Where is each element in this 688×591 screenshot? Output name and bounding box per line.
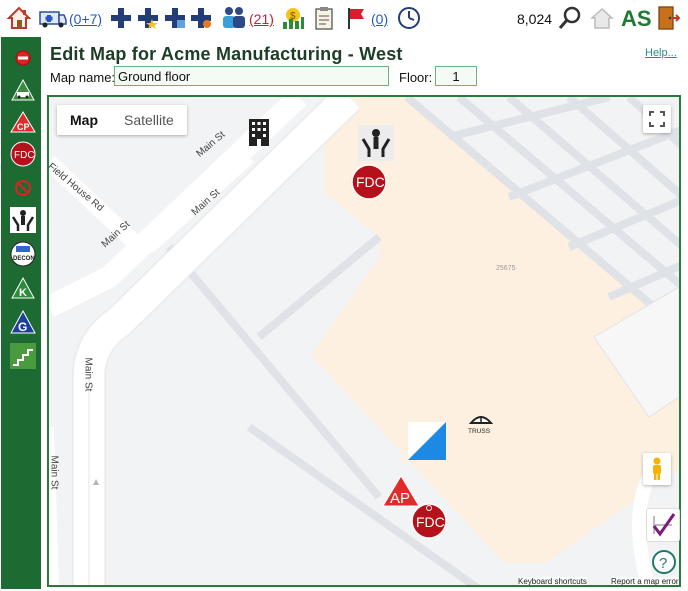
floor-label: Floor: <box>399 70 433 85</box>
help-question-icon: ? <box>652 550 676 574</box>
clock-icon[interactable] <box>396 5 422 31</box>
rescue-marker-icon[interactable] <box>358 125 394 161</box>
marker-palette-sidebar: CP FDC DECON K G <box>1 37 41 589</box>
people-icon[interactable] <box>221 5 247 31</box>
map-canvas[interactable]: Main St Main St Field House Rd Main St M… <box>47 95 681 587</box>
clipboard-icon[interactable] <box>313 5 335 31</box>
user-initials[interactable]: AS <box>621 6 652 32</box>
flag-icon[interactable] <box>345 5 367 31</box>
flag-count[interactable]: (0) <box>371 11 388 27</box>
no-entry-icon[interactable] <box>10 45 36 71</box>
truss-marker-label: TRUSS <box>468 428 491 435</box>
fullscreen-button[interactable] <box>643 105 671 133</box>
search-icon[interactable] <box>557 5 583 31</box>
ap-marker-label: AP <box>390 490 410 507</box>
stairs-icon[interactable] <box>10 343 36 369</box>
tab-satellite[interactable]: Satellite <box>111 105 187 135</box>
check-icon <box>652 513 676 537</box>
pegman-icon <box>653 457 661 480</box>
street-label: Main St <box>82 357 94 392</box>
tab-map[interactable]: Map <box>57 105 111 135</box>
map-name-label: Map name: <box>50 70 116 85</box>
top-toolbar: (0+7) (21) $ (0) 8,024 AS <box>0 0 688 36</box>
help-button[interactable]: ? <box>650 548 678 576</box>
cp-label: CP <box>17 122 30 132</box>
fdc-label: FDC <box>14 150 35 161</box>
stats-chart-icon[interactable]: $ <box>281 5 305 31</box>
g-label: G <box>18 320 27 334</box>
save-check-button[interactable] <box>646 508 680 542</box>
rescue-icon[interactable] <box>10 207 36 233</box>
building-number: 25675 <box>496 265 516 272</box>
add-orange-icon[interactable] <box>190 5 212 31</box>
fullscreen-icon <box>649 111 665 127</box>
help-link[interactable]: Help... <box>645 47 677 59</box>
add-plus-icon[interactable] <box>110 5 132 31</box>
blue-triangle-marker[interactable] <box>408 422 446 460</box>
fdc-marker-bottom[interactable]: FDC <box>411 503 447 539</box>
knox-box-icon[interactable]: K <box>10 275 36 301</box>
command-post-icon[interactable]: CP <box>10 109 36 135</box>
keyboard-shortcuts-link[interactable]: Keyboard shortcuts <box>518 577 587 585</box>
add-blue-icon[interactable] <box>164 5 186 31</box>
page-title: Edit Map for Acme Manufacturing - West <box>50 44 403 64</box>
ambulance-count[interactable]: (0+7) <box>69 11 102 27</box>
map-name-input[interactable]: Ground floor <box>114 66 389 86</box>
vehicle-icon[interactable] <box>10 77 36 103</box>
fdc-icon[interactable]: FDC <box>10 141 36 167</box>
home-faded-icon[interactable] <box>589 5 615 31</box>
k-label: K <box>19 287 27 299</box>
no-smoking-icon[interactable] <box>10 175 36 201</box>
decon-icon[interactable]: DECON <box>10 241 36 267</box>
fdc-marker-label: FDC <box>356 174 385 190</box>
decon-label: DECON <box>13 256 35 262</box>
people-count[interactable]: (21) <box>249 11 274 27</box>
fdc-marker[interactable]: FDC <box>351 164 387 200</box>
svg-text:?: ? <box>659 555 667 572</box>
home-icon[interactable] <box>6 5 32 31</box>
report-map-error-link[interactable]: Report a map error <box>611 577 679 585</box>
record-number: 8,024 <box>517 11 553 27</box>
floor-input[interactable]: 1 <box>435 66 477 86</box>
truss-marker[interactable]: TRUSS <box>467 411 495 435</box>
building-icon[interactable] <box>247 117 271 147</box>
add-star-icon[interactable] <box>137 5 159 31</box>
ambulance-icon[interactable] <box>39 5 67 31</box>
logout-door-icon[interactable] <box>655 5 681 31</box>
street-label: Main St <box>48 455 60 490</box>
pegman-button[interactable] <box>643 453 671 485</box>
fdc-marker-bottom-label: FDC <box>416 514 445 530</box>
gas-shutoff-icon[interactable]: G <box>10 309 36 335</box>
map-type-tabs: Map Satellite <box>57 105 187 135</box>
